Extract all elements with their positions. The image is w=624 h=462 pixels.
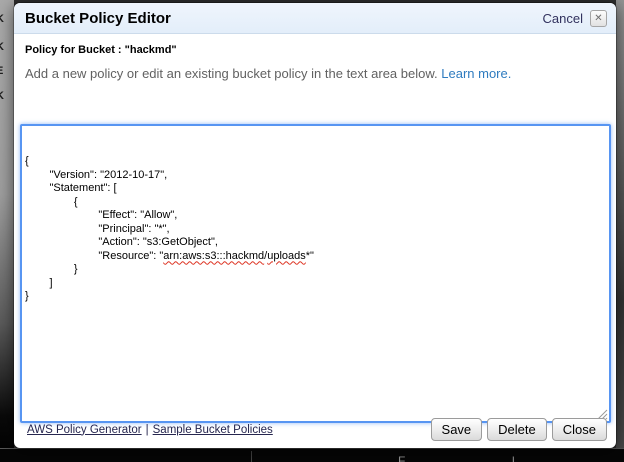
- description-text: Add a new policy or edit an existing buc…: [25, 66, 438, 81]
- policy-editor-content: { "Version": "2012-10-17", "Statement": …: [25, 155, 609, 304]
- backdrop-divider: [251, 451, 252, 462]
- bucket-policy-editor-dialog: Bucket Policy Editor Cancel ✕ Policy for…: [14, 3, 616, 448]
- close-icon[interactable]: ✕: [590, 10, 607, 27]
- footer-links: AWS Policy Generator | Sample Bucket Polic…: [27, 424, 273, 436]
- sample-bucket-policies-link[interactable]: Sample Bucket Policies: [153, 424, 273, 436]
- dialog-header: Bucket Policy Editor Cancel ✕: [14, 3, 616, 34]
- policy-editor[interactable]: { "Version": "2012-10-17", "Statement": …: [20, 124, 611, 423]
- dialog-footer: AWS Policy Generator | Sample Bucket Polic…: [27, 418, 607, 441]
- backdrop-text-fragment: K: [0, 41, 4, 53]
- save-button[interactable]: Save: [431, 418, 483, 441]
- backdrop-text-fragment: K: [0, 90, 4, 102]
- backdrop-left-strip: K K E K: [0, 0, 14, 462]
- aws-policy-generator-link[interactable]: AWS Policy Generator: [27, 424, 142, 436]
- dialog-description: Add a new policy or edit an existing buc…: [25, 66, 605, 81]
- dialog-header-actions: Cancel ✕: [543, 10, 607, 27]
- backdrop-text-fragment: K: [0, 13, 4, 25]
- backdrop-text-fragment: E: [0, 65, 3, 77]
- backdrop-text-fragment: F: [398, 454, 405, 462]
- footer-buttons: Save Delete Close: [431, 418, 607, 441]
- backdrop-text-fragment: l: [512, 454, 515, 462]
- link-separator: |: [146, 424, 149, 436]
- delete-button[interactable]: Delete: [487, 418, 547, 441]
- learn-more-link[interactable]: Learn more.: [441, 66, 511, 81]
- backdrop-right-strip: [616, 0, 624, 462]
- close-button[interactable]: Close: [552, 418, 607, 441]
- cancel-link[interactable]: Cancel: [543, 11, 583, 26]
- dialog-title: Bucket Policy Editor: [25, 10, 171, 27]
- backdrop-bottom-band: F l: [0, 448, 624, 462]
- dialog-body: Policy for Bucket : "hackmd" Add a new p…: [14, 34, 616, 423]
- policy-bucket-label: Policy for Bucket : "hackmd": [25, 44, 605, 56]
